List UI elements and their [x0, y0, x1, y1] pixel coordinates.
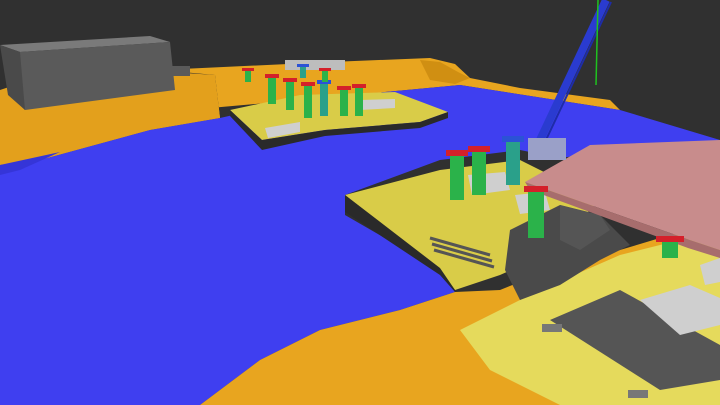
barrier-block-1 — [542, 324, 562, 332]
3d-viewport[interactable] — [0, 0, 720, 405]
small-building — [172, 66, 190, 76]
small-slab-far — [285, 60, 345, 70]
3d-scene[interactable] — [0, 0, 720, 405]
barrier-block-2 — [628, 390, 648, 398]
